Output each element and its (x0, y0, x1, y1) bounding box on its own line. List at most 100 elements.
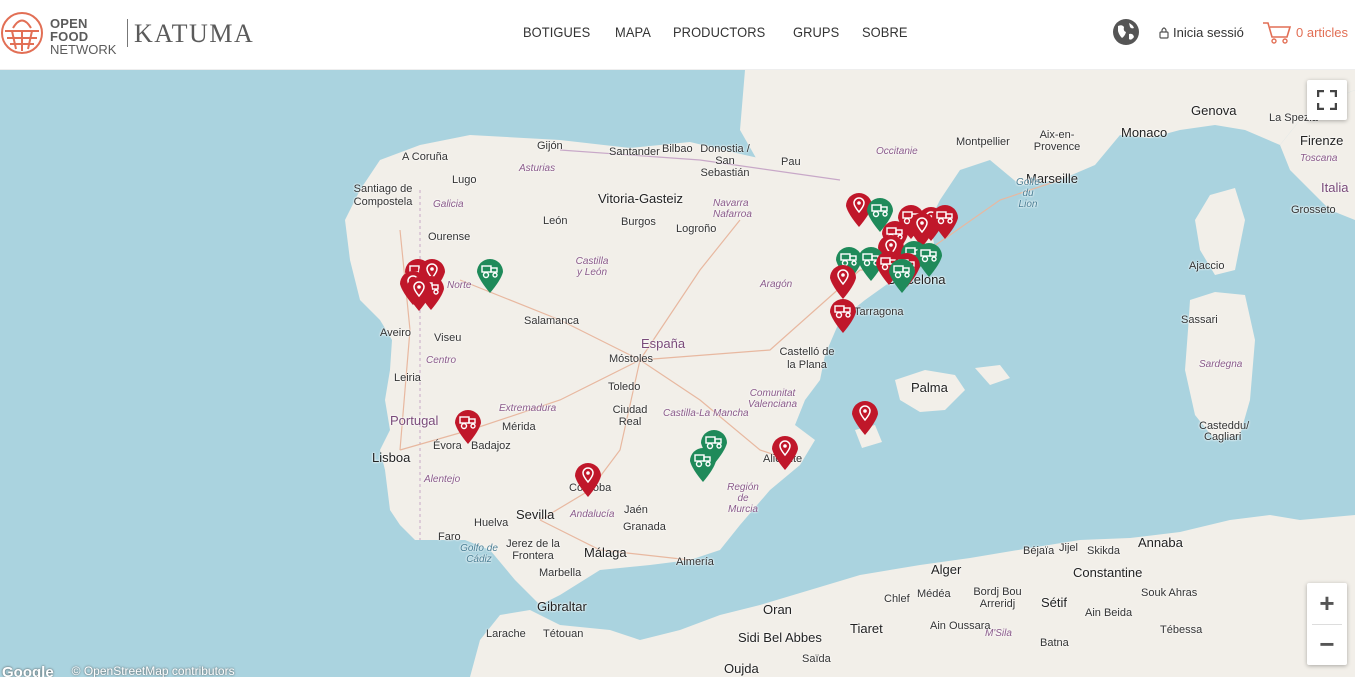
place-label: Faro (438, 531, 461, 543)
place-label: Batna (1040, 637, 1069, 649)
place-label: Tétouan (543, 628, 584, 640)
place-label: A Coruña (402, 151, 448, 163)
sea-label: Golfe du Lion (1016, 177, 1040, 210)
place-label: Ciudad Real (612, 404, 648, 428)
place-label: Aveiro (380, 327, 411, 339)
place-label: Sevilla (516, 507, 555, 522)
logo-line1: OPEN FOOD (50, 16, 89, 44)
place-label: Castelló de la Plana (779, 346, 835, 371)
place-label: Firenze (1300, 133, 1344, 148)
region-label: Occitanie (876, 146, 918, 157)
nav-botigues[interactable]: BOTIGUES (523, 24, 590, 40)
region-label: Alentejo (424, 474, 461, 485)
country-label: Italia (1321, 180, 1349, 195)
map-attribution: Google © OpenStreetMap contributors (0, 664, 235, 677)
place-label: Bilbao (662, 143, 693, 155)
region-label: Nafarroa (713, 209, 752, 220)
place-label: Huelva (474, 517, 509, 529)
hub-marker[interactable] (688, 445, 718, 483)
region-label: Navarra (713, 198, 749, 209)
place-label: Chlef (884, 593, 910, 605)
place-label: León (543, 215, 568, 227)
cart-label: 0 articles (1296, 24, 1349, 40)
place-label: Santander (609, 146, 660, 158)
zoom-out-button[interactable]: − (1307, 624, 1347, 665)
place-label: Oran (763, 602, 792, 617)
region-label: Castilla-La Mancha (663, 408, 749, 419)
place-label: Logroño (676, 223, 717, 235)
logo-divider (127, 19, 128, 47)
place-label: Sétif (1041, 595, 1068, 610)
place-label: Pau (781, 156, 801, 168)
hub-marker[interactable] (887, 256, 917, 294)
region-label: Castilla y León (575, 256, 609, 278)
language-selector[interactable] (1112, 18, 1140, 46)
place-label: Montpellier (956, 136, 1010, 148)
zoom-in-button[interactable]: + (1307, 583, 1347, 624)
place-label: Ain Oussara (930, 620, 991, 632)
place-label: Aix-en-Provence (1033, 129, 1081, 153)
place-label: Granada (623, 521, 666, 533)
region-label: Comunitat Valenciana (747, 388, 798, 410)
place-label: Marbella (539, 567, 582, 579)
place-label: Alger (931, 562, 962, 577)
place-label: Sidi Bel Abbes (738, 630, 822, 645)
hub-marker[interactable] (475, 256, 505, 294)
producer-marker[interactable] (453, 407, 483, 445)
region-label: Sardegna (1199, 359, 1243, 370)
login-link[interactable]: Inicia sessió (1159, 25, 1244, 40)
zoom-control: + − (1307, 583, 1347, 665)
region-label: Región de Murcia (727, 482, 759, 515)
place-label: Tiaret (850, 621, 883, 636)
osm-attribution[interactable]: © OpenStreetMap contributors (72, 664, 235, 677)
fullscreen-icon (1317, 90, 1337, 110)
producer-marker[interactable] (828, 296, 858, 334)
shop-marker[interactable] (404, 274, 434, 312)
globe-icon (1113, 19, 1139, 45)
place-label: Vitoria-Gasteiz (598, 191, 684, 206)
place-label: Ourense (428, 231, 471, 243)
place-label: Ajaccio (1189, 260, 1225, 272)
place-label: Almería (676, 556, 714, 568)
logo-line2: NETWORK (50, 42, 117, 57)
map-area[interactable]: Bilbao Vitoria-Gasteiz Santander Gijón D… (0, 70, 1355, 677)
place-label: Burgos (621, 216, 656, 228)
place-label: Donostia / San Sebastián (700, 143, 750, 179)
place-label: Mérida (502, 421, 536, 433)
lock-icon (1159, 27, 1169, 39)
cart-icon (1263, 22, 1292, 44)
nav-sobre[interactable]: SOBRE (862, 24, 908, 40)
nav-productors[interactable]: PRODUCTORS (673, 24, 765, 40)
nav-mapa[interactable]: MAPA (615, 24, 651, 40)
shop-marker[interactable] (573, 460, 603, 498)
place-label: Lisboa (372, 450, 411, 465)
country-label: España (641, 336, 686, 351)
region-label: Toscana (1300, 153, 1338, 164)
country-label: Portugal (390, 413, 439, 428)
place-label: Sassari (1181, 314, 1218, 326)
place-label: Salamanca (524, 315, 580, 327)
shop-marker[interactable] (770, 433, 800, 471)
place-label: Annaba (1138, 535, 1183, 550)
place-label: Casteddu/ (1199, 420, 1250, 432)
region-label: Asturias (519, 163, 556, 174)
shop-marker[interactable] (850, 398, 880, 436)
login-label: Inicia sessió (1173, 25, 1244, 40)
main-nav: BOTIGUES MAPA PRODUCTORS GRUPS SOBRE (523, 24, 911, 40)
place-label: Grosseto (1291, 204, 1336, 216)
place-label: Santiago de Compostela (353, 183, 413, 208)
place-label: Monaco (1121, 125, 1168, 140)
place-label: Constantine (1073, 565, 1143, 580)
fullscreen-button[interactable] (1307, 80, 1347, 120)
place-label: Médéa (917, 588, 951, 600)
site-header: OPEN FOOD NETWORK KATUMA BOTIGUES MAPA P… (0, 0, 1355, 70)
shop-marker[interactable] (828, 262, 858, 300)
sea-label: Golfo de Cádiz (460, 543, 498, 565)
place-label: Genova (1191, 103, 1237, 118)
place-label: Béjaïa (1023, 545, 1055, 557)
region-label: Centro (426, 355, 457, 366)
place-label: Málaga (584, 545, 627, 560)
cart-button[interactable]: 0 articles (1262, 20, 1348, 44)
region-label: Extremadura (499, 403, 557, 414)
nav-grups[interactable]: GRUPS (793, 24, 839, 40)
